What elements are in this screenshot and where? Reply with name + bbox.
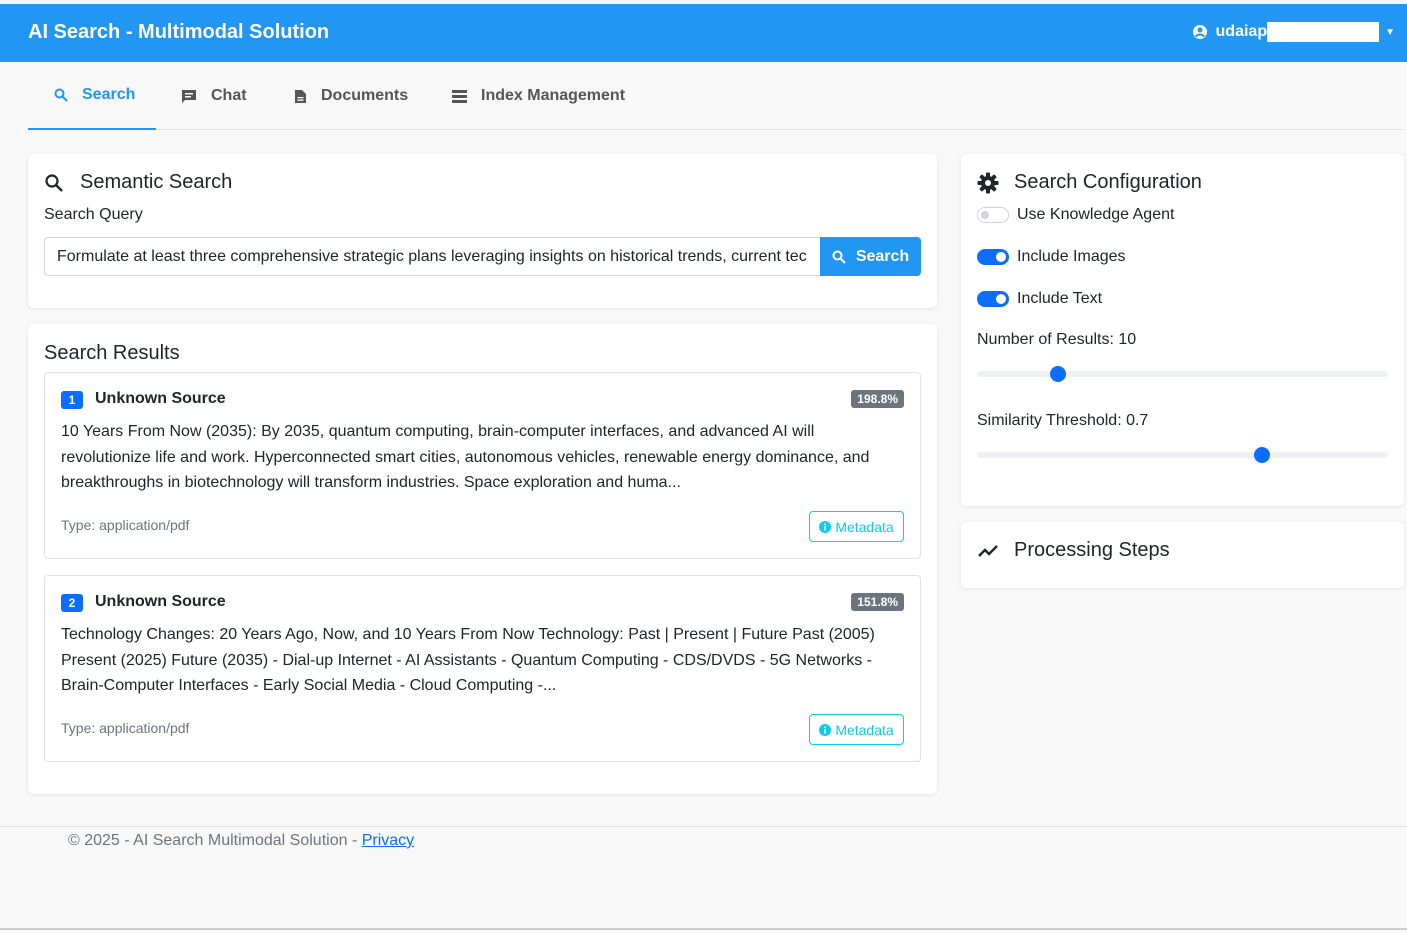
search-button[interactable]: Search	[820, 237, 921, 276]
result-card: 1 Unknown Source 198.8% 10 Years From No…	[44, 372, 921, 559]
result-source: Unknown Source	[95, 390, 226, 407]
chat-icon	[182, 89, 196, 103]
footer: © 2025 - AI Search Multimodal Solution -…	[0, 826, 1407, 928]
metadata-label: Metadata	[835, 721, 894, 738]
tab-search[interactable]: Search	[28, 62, 156, 130]
num-results-label: Number of Results: 10	[977, 331, 1137, 348]
result-rank-badge: 2	[61, 594, 83, 612]
info-icon	[819, 723, 832, 736]
tab-label: Search	[82, 86, 136, 103]
search-results-title: Search Results	[44, 342, 180, 364]
metadata-label: Metadata	[835, 518, 894, 535]
user-name: udaiap	[1215, 23, 1268, 40]
result-score-badge: 198.8%	[851, 390, 904, 408]
metadata-button[interactable]: Metadata	[809, 511, 904, 542]
card-title-text: Search Configuration	[1014, 171, 1202, 193]
result-source: Unknown Source	[95, 593, 226, 610]
search-query-label: Search Query	[44, 206, 143, 223]
num-results-slider[interactable]	[977, 366, 1388, 382]
tab-index-management[interactable]: Index Management	[452, 62, 625, 130]
gear-icon	[977, 172, 999, 193]
list-icon	[452, 89, 467, 103]
result-type: Type: application/pdf	[61, 720, 190, 736]
similarity-threshold-slider[interactable]	[977, 447, 1388, 463]
metadata-button[interactable]: Metadata	[809, 714, 904, 745]
result-snippet: Technology Changes: 20 Years Ago, Now, a…	[61, 626, 875, 694]
search-configuration-card: Search Configuration Use Knowledge Agent…	[961, 154, 1404, 506]
tab-bar: Search Chat Documents Index Management	[28, 62, 1404, 130]
user-icon	[1192, 25, 1207, 39]
card-title-text: Semantic Search	[80, 171, 233, 193]
result-score-badge: 151.8%	[851, 593, 904, 611]
chevron-down-icon: ▼	[1385, 26, 1395, 38]
include-text-toggle[interactable]	[977, 291, 1009, 307]
tab-label: Index Management	[481, 87, 626, 104]
user-menu[interactable]: udaiap ▼	[1192, 22, 1395, 42]
search-icon	[45, 173, 63, 192]
processing-steps-card: Processing Steps	[961, 522, 1404, 588]
document-icon	[295, 89, 306, 103]
app-title[interactable]: AI Search - Multimodal Solution	[28, 21, 329, 44]
search-configuration-title: Search Configuration	[977, 171, 1202, 194]
search-input-group: Search	[44, 237, 921, 276]
similarity-threshold-label: Similarity Threshold: 0.7	[977, 412, 1149, 429]
tab-label: Documents	[321, 87, 409, 104]
processing-steps-title: Processing Steps	[977, 539, 1170, 562]
search-button-label: Search	[855, 247, 910, 265]
footer-text: © 2025 - AI Search Multimodal Solution -…	[68, 832, 414, 850]
result-snippet: 10 Years From Now (2035): By 2035, quant…	[61, 423, 870, 491]
footer-copyright: © 2025 - AI Search Multimodal Solution -	[68, 832, 362, 849]
semantic-search-title: Semantic Search	[44, 171, 232, 194]
bottom-divider	[0, 928, 1407, 930]
include-images-toggle[interactable]	[977, 249, 1009, 265]
search-results-card: Search Results 1 Unknown Source 198.8% 1…	[28, 324, 937, 794]
card-title-text: Processing Steps	[1014, 539, 1170, 561]
tab-label: Chat	[211, 87, 247, 104]
result-type: Type: application/pdf	[61, 517, 190, 533]
result-rank-badge: 1	[61, 391, 83, 409]
redacted-area	[1267, 22, 1380, 42]
search-input[interactable]	[44, 237, 820, 276]
tab-chat[interactable]: Chat	[181, 62, 247, 130]
trend-icon	[978, 544, 998, 557]
knowledge-agent-toggle[interactable]	[977, 207, 1009, 223]
slider-thumb[interactable]	[1253, 447, 1270, 463]
include-text-label: Include Text	[1017, 290, 1103, 307]
semantic-search-card: Semantic Search Search Query Search	[28, 154, 937, 308]
info-icon	[819, 520, 832, 533]
search-icon	[54, 88, 68, 102]
include-images-label: Include Images	[1017, 248, 1126, 265]
slider-thumb[interactable]	[1049, 366, 1066, 382]
result-card: 2 Unknown Source 151.8% Technology Chang…	[44, 575, 921, 762]
navbar: AI Search - Multimodal Solution udaiap ▼	[0, 4, 1407, 62]
privacy-link[interactable]: Privacy	[362, 832, 414, 849]
knowledge-agent-label: Use Knowledge Agent	[1017, 206, 1175, 223]
tab-documents[interactable]: Documents	[294, 62, 408, 130]
search-icon	[832, 250, 846, 264]
